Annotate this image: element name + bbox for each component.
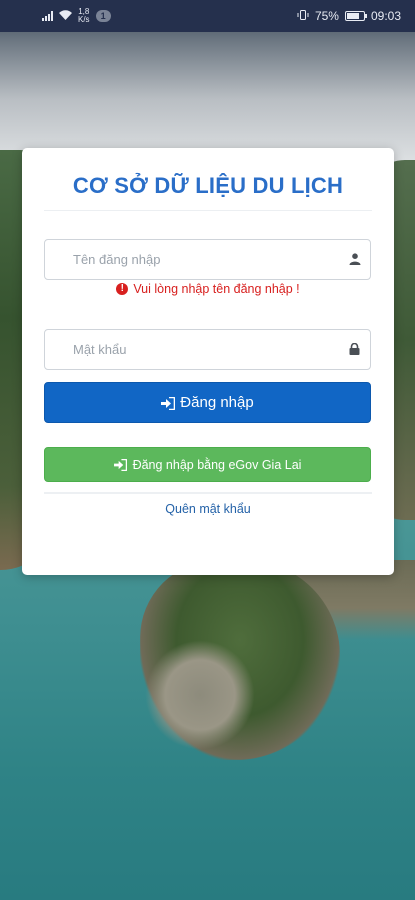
status-bar: 1,8 K/s 1 75% 09:03 xyxy=(0,0,415,32)
login-card: CƠ SỞ DỮ LIỆU DU LỊCH ! Vui lòng nhập tê… xyxy=(22,148,394,575)
background-peninsula-tip xyxy=(145,640,255,750)
exclamation-circle-icon: ! xyxy=(116,283,129,295)
wifi-icon xyxy=(59,9,72,23)
vibrate-icon xyxy=(297,9,309,23)
sign-in-icon xyxy=(161,396,176,410)
network-speed-unit: K/s xyxy=(78,15,90,24)
egov-login-button-label: Đăng nhập bằng eGov Gia Lai xyxy=(132,457,302,472)
bottom-divider xyxy=(44,492,372,494)
lock-icon xyxy=(349,342,361,356)
forgot-password-link[interactable]: Quên mật khẩu xyxy=(22,502,394,516)
battery-percent: 75% xyxy=(314,9,339,23)
battery-icon xyxy=(344,11,367,21)
username-input[interactable] xyxy=(45,240,370,279)
status-bar-left: 1,8 K/s 1 xyxy=(42,8,111,24)
login-button[interactable]: Đăng nhập xyxy=(44,382,371,423)
cell-signal-icon xyxy=(42,11,53,21)
status-bar-right: 75% 09:03 xyxy=(297,9,401,23)
sign-in-icon xyxy=(113,458,127,471)
notification-badge: 1 xyxy=(95,10,111,22)
page-title: CƠ SỞ DỮ LIỆU DU LỊCH xyxy=(72,173,344,198)
password-field-wrapper xyxy=(44,329,371,370)
clock: 09:03 xyxy=(370,9,401,23)
user-icon xyxy=(349,252,361,266)
egov-login-button[interactable]: Đăng nhập bằng eGov Gia Lai xyxy=(44,447,371,482)
login-button-label: Đăng nhập xyxy=(180,394,254,411)
network-speed: 1,8 K/s xyxy=(78,8,90,24)
username-error-text: Vui lòng nhập tên đăng nhập ! xyxy=(133,282,300,296)
username-field-wrapper xyxy=(44,239,371,280)
password-input[interactable] xyxy=(45,330,370,369)
username-error: ! Vui lòng nhập tên đăng nhập ! xyxy=(22,282,394,296)
title-divider xyxy=(44,210,372,211)
